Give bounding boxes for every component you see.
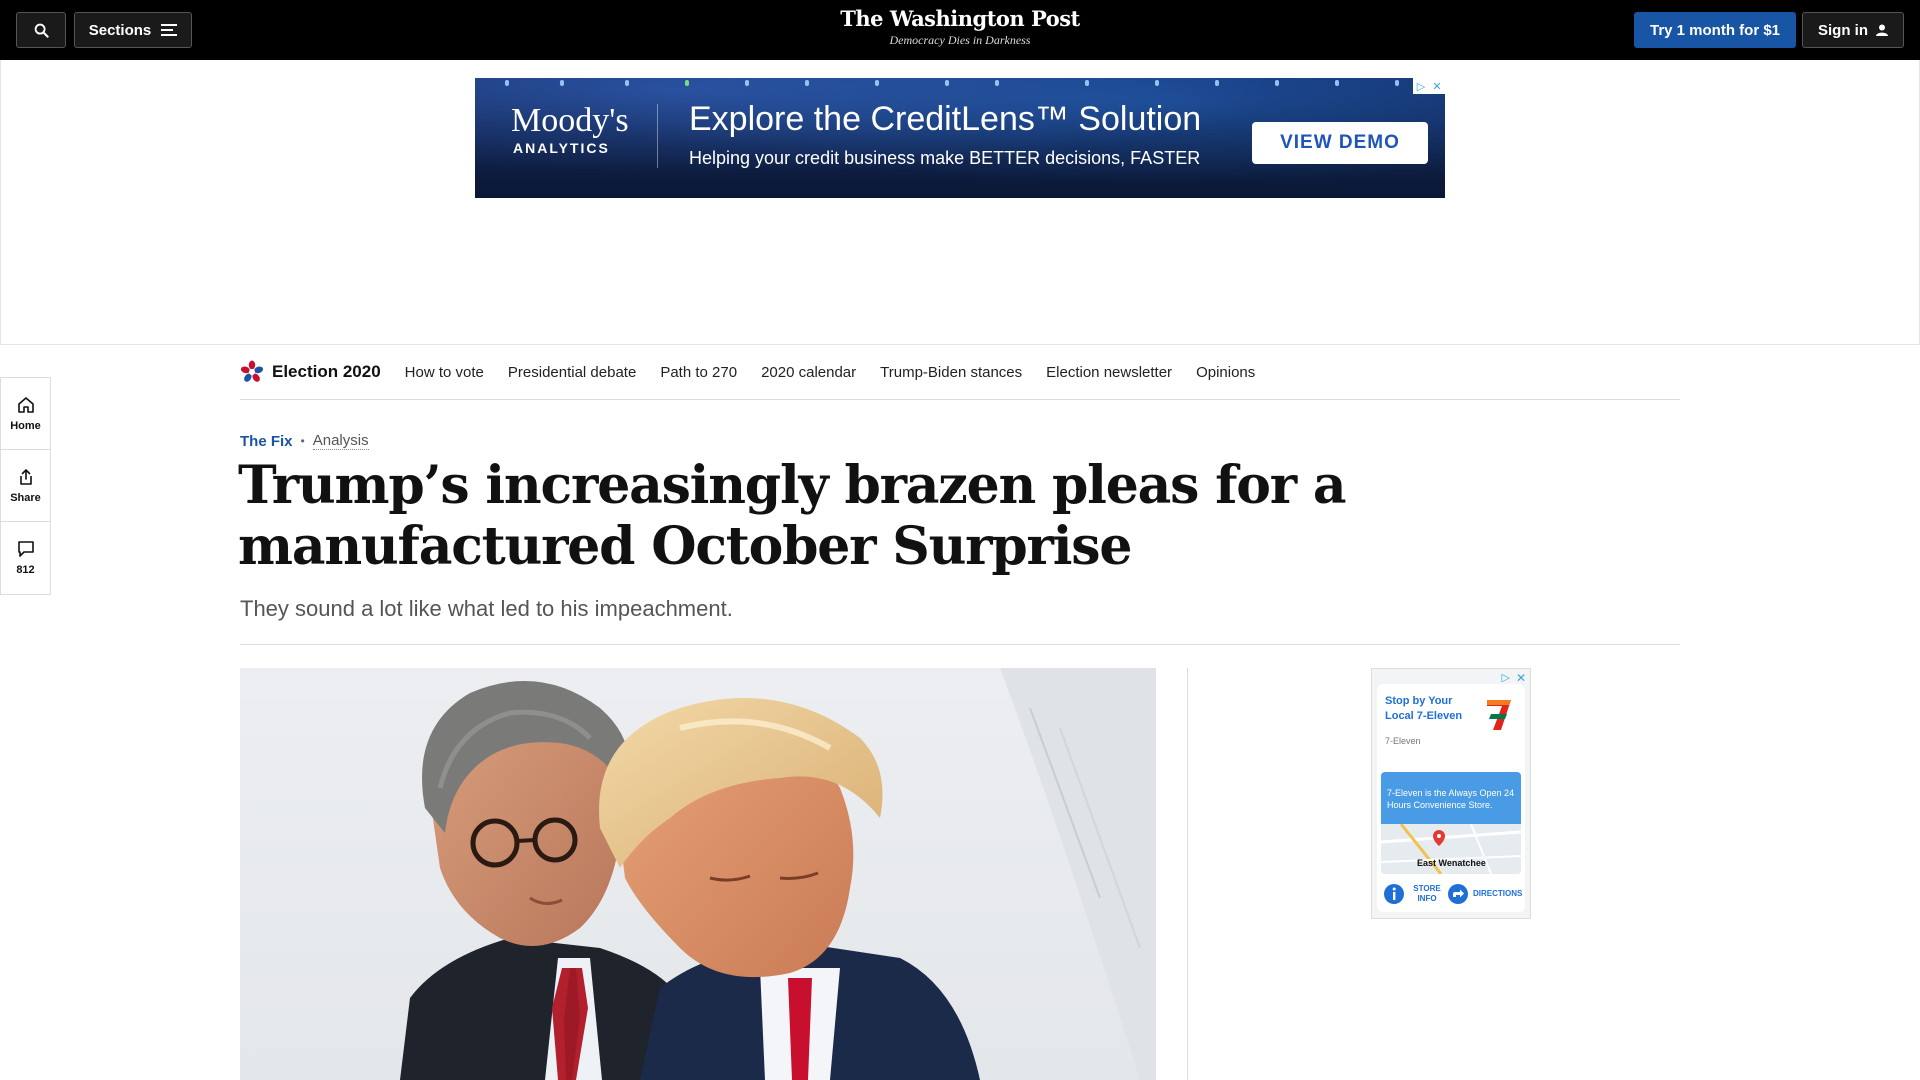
article-headline: Trump’s increasingly brazen pleas for a … xyxy=(238,455,1347,577)
user-icon xyxy=(1876,24,1888,36)
election-nav-link-stances[interactable]: Trump-Biden stances xyxy=(880,364,1022,381)
menu-icon xyxy=(161,24,178,36)
side-ad-map[interactable]: 7-Eleven is the Always Open 24 Hours Con… xyxy=(1381,772,1521,874)
comment-icon xyxy=(17,541,34,557)
ad-brand: Moody's xyxy=(511,102,629,139)
ad-subline: Helping your credit business make BETTER… xyxy=(689,148,1201,168)
election-nav-link-calendar[interactable]: 2020 calendar xyxy=(761,364,856,381)
sections-button[interactable]: Sections xyxy=(74,12,192,48)
side-ad[interactable]: ▷ ✕ Stop by Your Local 7-Eleven 7-Eleven… xyxy=(1371,668,1531,919)
kicker-separator: • xyxy=(300,434,305,448)
sign-in-label: Sign in xyxy=(1818,21,1868,39)
logo-title: The Washington Post xyxy=(840,6,1080,31)
ad-banner-lights xyxy=(475,78,1445,98)
election-nav: Election 2020 How to vote Presidential d… xyxy=(240,345,1680,400)
lead-photo[interactable] xyxy=(240,668,1156,1080)
side-ad-card[interactable]: Stop by Your Local 7-Eleven 7-Eleven 7-E… xyxy=(1377,684,1525,912)
section-link[interactable]: The Fix xyxy=(240,433,293,450)
home-icon xyxy=(17,396,34,413)
side-ad-blurb: 7-Eleven is the Always Open 24 Hours Con… xyxy=(1387,788,1515,810)
rail-home-button[interactable]: Home xyxy=(1,378,50,450)
ad-banner[interactable]: Moody's ANALYTICS Explore the CreditLens… xyxy=(475,78,1445,198)
content-divider xyxy=(1187,668,1188,1080)
side-adchoices-icon[interactable]: ▷ xyxy=(1502,671,1510,684)
election-nav-link-opinions[interactable]: Opinions xyxy=(1196,364,1255,381)
share-icon xyxy=(19,468,32,485)
directions-icon[interactable] xyxy=(1447,883,1469,905)
info-icon[interactable] xyxy=(1383,883,1405,905)
article-kicker: The Fix • Analysis xyxy=(240,432,369,450)
side-ad-close-icon[interactable]: ✕ xyxy=(1516,671,1526,685)
election-nav-title[interactable]: Election 2020 xyxy=(272,362,381,382)
election-nav-link-newsletter[interactable]: Election newsletter xyxy=(1046,364,1172,381)
ad-divider xyxy=(657,104,658,168)
rail-share-button[interactable]: Share xyxy=(1,450,50,522)
search-button[interactable] xyxy=(16,12,66,48)
seven-eleven-logo-icon xyxy=(1483,696,1515,736)
lead-photo-illustration xyxy=(400,668,1156,1080)
ad-close-icon[interactable]: ✕ xyxy=(1429,78,1445,94)
logo-tagline: Democracy Dies in Darkness xyxy=(889,33,1031,47)
election-star-icon xyxy=(240,360,264,382)
subscribe-button[interactable]: Try 1 month for $1 xyxy=(1634,12,1796,48)
side-ad-title: Stop by Your Local 7-Eleven xyxy=(1385,695,1463,722)
top-bar: Sections The Washington Post Democracy D… xyxy=(0,0,1920,60)
article-subheadline: They sound a lot like what led to his im… xyxy=(240,596,733,621)
header-divider xyxy=(240,644,1680,645)
sections-label: Sections xyxy=(88,21,152,39)
rail-share-label: Share xyxy=(10,491,41,504)
side-ad-brand: 7-Eleven xyxy=(1385,736,1421,746)
election-nav-link-path-to-270[interactable]: Path to 270 xyxy=(660,364,737,381)
ad-cta-button[interactable]: VIEW DEMO xyxy=(1252,122,1428,164)
election-nav-link-how-to-vote[interactable]: How to vote xyxy=(405,364,484,381)
ad-headline: Explore the CreditLens™ Solution xyxy=(689,100,1202,138)
adchoices-icon[interactable]: ▷ xyxy=(1413,78,1429,94)
store-info-button[interactable]: STORE INFO xyxy=(1407,884,1447,904)
side-ad-place: East Wenatchee xyxy=(1417,858,1486,868)
sign-in-button[interactable]: Sign in xyxy=(1802,12,1904,48)
rail-comments-count: 812 xyxy=(16,564,35,576)
directions-button[interactable]: DIRECTIONS xyxy=(1473,889,1522,899)
left-rail: Home Share 812 xyxy=(0,377,51,595)
analysis-label[interactable]: Analysis xyxy=(312,432,369,450)
rail-home-label: Home xyxy=(10,419,41,432)
rail-comments-button[interactable]: 812 xyxy=(1,522,50,594)
adchoices-badge[interactable]: ▷ ✕ xyxy=(1413,78,1445,94)
side-ad-actions: STORE INFO DIRECTIONS xyxy=(1381,880,1525,908)
election-nav-link-debate[interactable]: Presidential debate xyxy=(508,364,636,381)
search-icon xyxy=(34,23,49,38)
ad-brand-sub: ANALYTICS xyxy=(513,140,610,156)
site-logo[interactable]: The Washington Post Democracy Dies in Da… xyxy=(760,6,1160,48)
